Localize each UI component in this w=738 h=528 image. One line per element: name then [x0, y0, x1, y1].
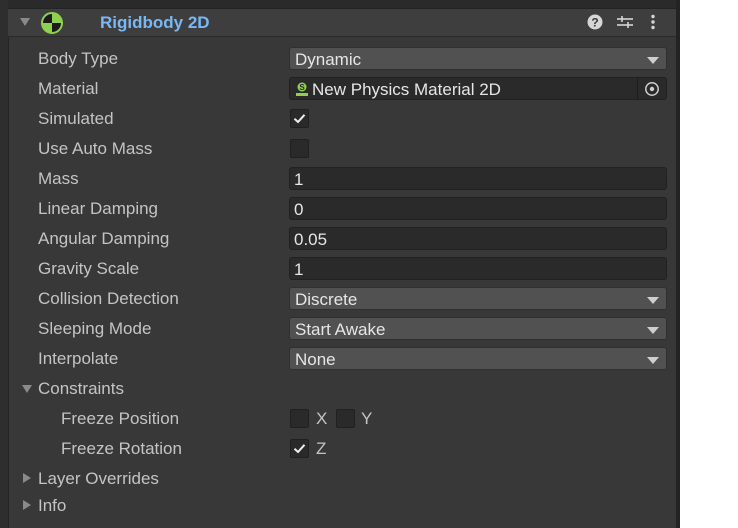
info-foldout-arrow-icon[interactable] — [23, 500, 31, 510]
freeze-rotation-z-checkbox[interactable] — [290, 439, 309, 458]
object-field-divider — [637, 78, 638, 99]
linear-damping-value: 0 — [294, 200, 304, 219]
gravity-scale-value: 1 — [294, 260, 304, 279]
gravity-scale-field[interactable]: 1 — [289, 257, 667, 280]
body-type-label: Body Type — [38, 49, 119, 68]
layer-overrides-foldout-label[interactable]: Layer Overrides — [38, 469, 159, 489]
chevron-down-icon — [647, 327, 659, 334]
info-foldout-label[interactable]: Info — [38, 496, 66, 516]
simulated-label: Simulated — [38, 109, 114, 128]
mass-field[interactable]: 1 — [289, 167, 667, 190]
linear-damping-label: Linear Damping — [38, 199, 159, 218]
svg-text:S: S — [299, 83, 305, 92]
simulated-checkbox[interactable] — [290, 109, 309, 128]
sleeping-mode-value: Start Awake — [295, 320, 386, 339]
gravity-scale-label: Gravity Scale — [38, 259, 140, 278]
freeze-position-y-checkbox[interactable] — [336, 409, 355, 428]
material-object-field[interactable]: S New Physics Material 2D — [289, 77, 667, 100]
sleeping-mode-label: Sleeping Mode — [38, 319, 152, 338]
layer-overrides-foldout-arrow-icon[interactable] — [23, 473, 31, 483]
constraints-foldout-label[interactable]: Constraints — [38, 379, 124, 399]
chevron-down-icon — [647, 297, 659, 304]
svg-text:?: ? — [591, 16, 598, 30]
sleeping-mode-dropdown[interactable]: Start Awake — [289, 317, 667, 340]
constraints-foldout-arrow-icon[interactable] — [22, 385, 32, 393]
component-title: Rigidbody 2D — [100, 13, 210, 32]
help-icon[interactable]: ? — [587, 14, 603, 35]
mass-value: 1 — [294, 170, 304, 189]
body-type-dropdown[interactable]: Dynamic — [289, 47, 667, 70]
use-auto-mass-checkbox[interactable] — [290, 139, 309, 158]
use-auto-mass-label: Use Auto Mass — [38, 139, 153, 158]
freeze-position-x-checkbox[interactable] — [290, 409, 309, 428]
inspector-left-gutter — [0, 0, 9, 528]
chevron-down-icon — [647, 357, 659, 364]
object-picker-icon[interactable] — [644, 81, 660, 102]
checkmark-icon — [293, 114, 306, 124]
freeze-position-x-label: X — [316, 409, 328, 428]
previous-component-footer — [8, 0, 676, 9]
collision-detection-dropdown[interactable]: Discrete — [289, 287, 667, 310]
presets-icon[interactable] — [616, 14, 634, 35]
interpolate-value: None — [295, 350, 336, 369]
interpolate-dropdown[interactable]: None — [289, 347, 667, 370]
freeze-position-y-label: Y — [361, 409, 373, 428]
freeze-rotation-label: Freeze Rotation — [61, 439, 182, 458]
freeze-rotation-z-label: Z — [316, 439, 327, 458]
freeze-position-label: Freeze Position — [61, 409, 180, 428]
rigidbody-2d-icon — [41, 12, 63, 39]
angular-damping-value: 0.05 — [294, 230, 328, 249]
more-vertical-icon[interactable] — [650, 14, 656, 35]
checkmark-icon — [293, 444, 306, 454]
inspector-panel: Rigidbody 2D ? Body Type Dynamic Materia… — [0, 0, 680, 528]
linear-damping-field[interactable]: 0 — [289, 197, 667, 220]
collision-detection-value: Discrete — [295, 290, 358, 309]
angular-damping-label: Angular Damping — [38, 229, 170, 248]
collision-detection-label: Collision Detection — [38, 289, 179, 308]
mass-label: Mass — [38, 169, 79, 188]
material-label: Material — [38, 79, 99, 98]
body-type-value: Dynamic — [295, 50, 362, 69]
component-foldout-arrow-icon[interactable] — [20, 18, 30, 26]
interpolate-label: Interpolate — [38, 349, 119, 368]
physics-material-icon: S — [295, 81, 309, 102]
material-value: New Physics Material 2D — [312, 80, 501, 99]
angular-damping-field[interactable]: 0.05 — [289, 227, 667, 250]
inspector-scrollbar-track[interactable] — [676, 0, 680, 528]
chevron-down-icon — [647, 57, 659, 64]
